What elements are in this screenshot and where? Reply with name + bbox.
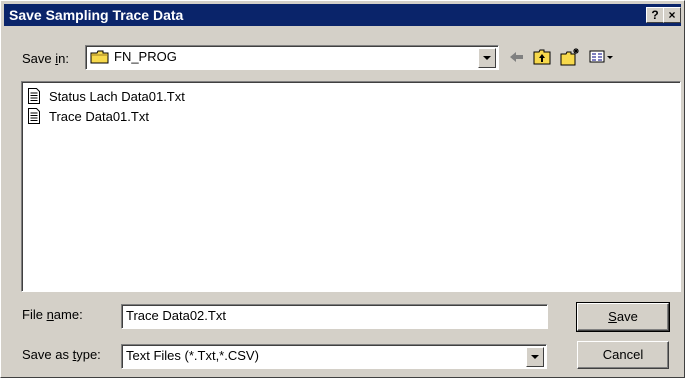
view-menu-icon[interactable] bbox=[587, 46, 617, 68]
text-file-icon bbox=[28, 108, 40, 124]
file-name-value: Trace Data02.Txt bbox=[126, 308, 226, 323]
save-in-dropdown-button[interactable] bbox=[478, 48, 496, 68]
cancel-button[interactable]: Cancel bbox=[577, 341, 669, 369]
save-as-type-select[interactable]: Text Files (*.Txt,*.CSV) bbox=[121, 344, 547, 369]
folder-icon bbox=[90, 50, 110, 64]
save-as-type-label-post: ype: bbox=[76, 347, 101, 362]
save-dialog: Save Sampling Trace Data ? × Save in: FN… bbox=[0, 0, 685, 378]
file-name-label-accel: n bbox=[46, 307, 54, 322]
save-button-accel: S bbox=[608, 309, 617, 324]
file-name-label-post: ame: bbox=[53, 307, 83, 322]
text-file-icon bbox=[28, 88, 40, 104]
help-button[interactable]: ? bbox=[646, 7, 664, 23]
file-name-label: File name: bbox=[22, 307, 83, 322]
file-name-label-pre: File bbox=[22, 307, 47, 322]
up-one-level-icon[interactable] bbox=[531, 46, 553, 68]
file-name-text: Trace Data01.Txt bbox=[49, 109, 149, 124]
save-as-type-dropdown-button[interactable] bbox=[526, 347, 544, 367]
file-list[interactable]: Status Lach Data01.Txt Trace Data01.Txt bbox=[21, 81, 681, 292]
save-in-value: FN_PROG bbox=[114, 49, 177, 64]
save-button[interactable]: Save bbox=[576, 302, 670, 332]
dialog-title: Save Sampling Trace Data bbox=[9, 7, 184, 23]
file-name-input[interactable]: Trace Data02.Txt bbox=[121, 304, 548, 329]
save-in-label-pre: Save bbox=[22, 51, 56, 66]
save-in-combo[interactable]: FN_PROG bbox=[85, 45, 499, 70]
save-in-label-post: n: bbox=[58, 51, 69, 66]
save-as-type-label-pre: Save as bbox=[22, 347, 73, 362]
back-arrow-icon[interactable] bbox=[505, 46, 527, 68]
save-in-label: Save in: bbox=[22, 51, 69, 66]
save-button-label: ave bbox=[616, 309, 638, 324]
title-bar[interactable]: Save Sampling Trace Data ? × bbox=[4, 4, 681, 26]
file-name-text: Status Lach Data01.Txt bbox=[49, 89, 185, 104]
close-button[interactable]: × bbox=[663, 7, 681, 23]
create-new-folder-icon[interactable] bbox=[559, 46, 581, 68]
save-as-type-value: Text Files (*.Txt,*.CSV) bbox=[126, 348, 259, 363]
save-as-type-label: Save as type: bbox=[22, 347, 101, 362]
